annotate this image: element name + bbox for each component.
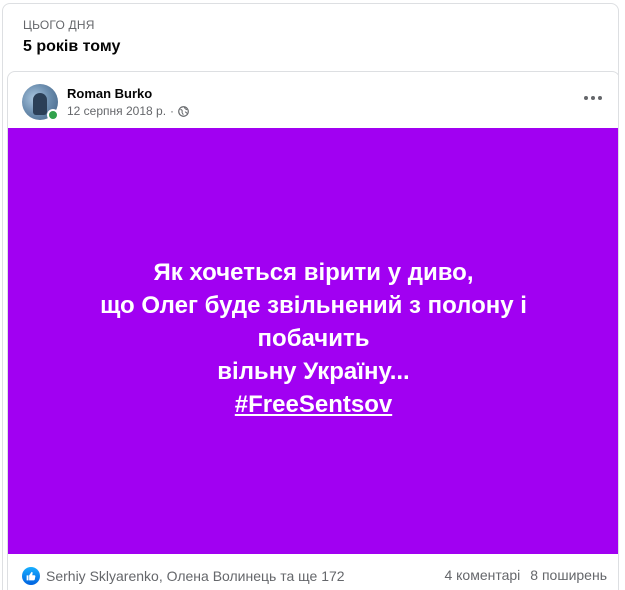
hashtag-link[interactable]: #FreeSentsov [235, 391, 392, 418]
date-separator: · [170, 104, 175, 118]
comments-count[interactable]: 4 коментарі [444, 567, 520, 583]
memory-kicker: ЦЬОГО ДНЯ [23, 18, 95, 32]
post-text: Як хочеться вірити у диво, що Олег буде … [54, 256, 574, 422]
post-footer: Serhiy Sklyarenko, Олена Волинець та ще … [8, 554, 618, 590]
post-text-line: Як хочеться вірити у диво, [153, 258, 474, 286]
post-date[interactable]: 12 серпня 2018 р. [67, 104, 166, 118]
post-image[interactable]: Як хочеться вірити у диво, що Олег буде … [8, 128, 618, 554]
author-name[interactable]: Roman Burko [67, 86, 152, 101]
more-options-dot [591, 96, 595, 100]
post-text-line: побачить [257, 324, 370, 352]
more-options-dot [598, 96, 602, 100]
memory-header: ЦЬОГО ДНЯ 5 років тому [23, 18, 120, 56]
post-meta: 12 серпня 2018 р. · [67, 104, 189, 118]
post-stats: 4 коментарі 8 поширень [444, 567, 607, 583]
reactions-text[interactable]: Serhiy Sklyarenko, Олена Волинець та ще … [46, 568, 345, 584]
reactions-summary[interactable]: Serhiy Sklyarenko, Олена Волинець та ще … [22, 567, 345, 585]
more-options-button[interactable] [579, 88, 607, 108]
like-icon [22, 567, 40, 585]
post-text-line: вільну Україну... [217, 358, 410, 386]
memory-card: ЦЬОГО ДНЯ 5 років тому Roman Burko 12 се… [2, 3, 619, 590]
memory-title: 5 років тому [23, 38, 121, 55]
more-options-icon [584, 96, 588, 100]
post-card: Roman Burko 12 серпня 2018 р. · Як хочет… [7, 71, 618, 590]
shares-count[interactable]: 8 поширень [530, 567, 607, 583]
post-text-line: що Олег буде звільнений з полону і [100, 291, 527, 319]
post-header: Roman Burko 12 серпня 2018 р. · [8, 72, 618, 128]
globe-icon[interactable] [178, 105, 189, 117]
online-status-dot [47, 109, 59, 121]
